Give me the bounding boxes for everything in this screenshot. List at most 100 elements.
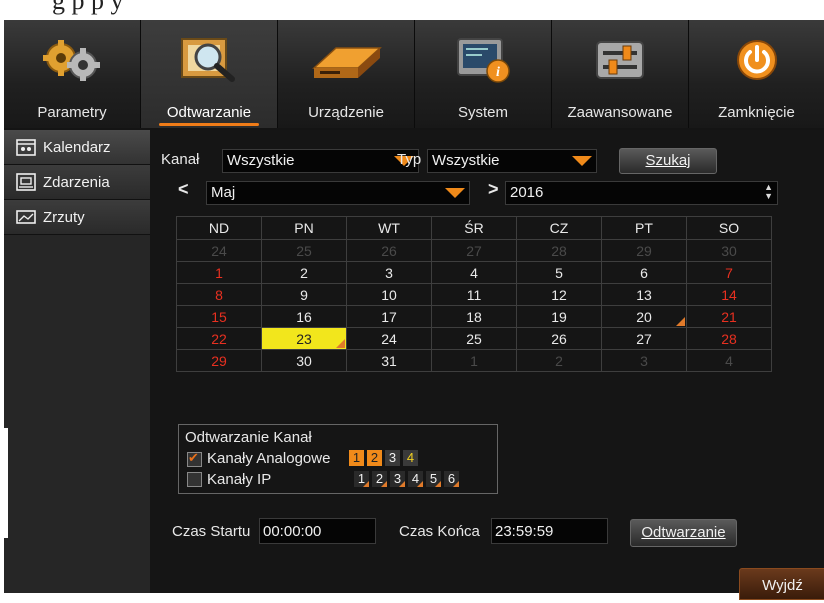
calendar-day[interactable]: 2 — [516, 349, 602, 372]
calendar-day[interactable]: 15 — [176, 305, 262, 328]
analog-channel-3[interactable]: 3 — [385, 450, 400, 466]
calendar-day[interactable]: 3 — [601, 349, 687, 372]
sidebar-item-label: Zrzuty — [43, 208, 85, 226]
calendar-day[interactable]: 13 — [601, 283, 687, 306]
month-select[interactable]: Maj — [206, 181, 470, 205]
group-title: Odtwarzanie Kanał — [185, 429, 312, 446]
weekday-header: PT — [601, 216, 687, 240]
year-value: 2016 — [510, 184, 544, 201]
weekday-header: WT — [346, 216, 432, 240]
calendar-day[interactable]: 25 — [261, 239, 347, 262]
calendar-day[interactable]: 12 — [516, 283, 602, 306]
calendar-day[interactable]: 21 — [686, 305, 772, 328]
calendar-day[interactable]: 10 — [346, 283, 432, 306]
ip-channels-label: Kanały IP — [207, 471, 272, 488]
spinner-arrows-icon: ▲ ▼ — [764, 182, 773, 201]
hard-drive-icon — [312, 47, 382, 78]
ip-channel-6[interactable]: 6 — [444, 471, 459, 487]
calendar-day[interactable]: 22 — [176, 327, 262, 350]
calendar-day[interactable]: 16 — [261, 305, 347, 328]
sidebar-item-kalendarz[interactable]: Kalendarz — [4, 130, 150, 165]
playback-channels-group: Odtwarzanie Kanał Kanały Analogowe 1 2 3… — [178, 424, 498, 494]
next-month-button[interactable]: > — [488, 179, 499, 200]
sidebar-item-zdarzenia[interactable]: Zdarzenia — [4, 165, 150, 200]
calendar-icon — [16, 139, 36, 156]
ip-channels-checkbox[interactable] — [187, 472, 202, 487]
tab-label: Zaawansowane — [567, 104, 673, 121]
sidebar-item-label: Kalendarz — [43, 138, 111, 156]
calendar-day[interactable]: 7 — [686, 261, 772, 284]
calendar-day[interactable]: 14 — [686, 283, 772, 306]
start-time-label: Czas Startu — [172, 523, 251, 540]
type-select[interactable]: Wszystkie — [427, 149, 597, 173]
calendar-day[interactable]: 29 — [176, 349, 262, 372]
type-value: Wszystkie — [432, 152, 500, 169]
year-spinner[interactable]: 2016 ▲ ▼ — [505, 181, 778, 205]
calendar-day[interactable]: 2 — [261, 261, 347, 284]
main-menu-bar: Parametry Odtwarzanie Urządzenie i Syste… — [4, 20, 824, 128]
tab-parametry[interactable]: Parametry — [4, 20, 140, 128]
start-time-input[interactable]: 00:00:00 — [259, 518, 376, 544]
calendar-day[interactable]: 8 — [176, 283, 262, 306]
tab-label: Parametry — [37, 104, 107, 121]
ip-channel-3[interactable]: 3 — [390, 471, 405, 487]
calendar-day[interactable]: 3 — [346, 261, 432, 284]
month-value: Maj — [211, 184, 236, 201]
calendar-day[interactable]: 5 — [516, 261, 602, 284]
calendar-day[interactable]: 24 — [176, 239, 262, 262]
tab-system[interactable]: i System — [415, 20, 551, 128]
calendar-day[interactable]: 26 — [516, 327, 602, 350]
prev-month-button[interactable]: < — [178, 179, 189, 200]
calendar-day[interactable]: 6 — [601, 261, 687, 284]
calendar-day-selected[interactable]: 23 — [261, 327, 347, 350]
analog-channels-checkbox[interactable] — [187, 450, 202, 467]
channel-select[interactable]: Wszystkie — [222, 149, 419, 173]
calendar-day[interactable]: 28 — [516, 239, 602, 262]
calendar-day[interactable]: 18 — [431, 305, 517, 328]
calendar-grid: ND PN WT ŚR CZ PT SO 24 25 26 27 28 29 3… — [176, 216, 772, 372]
ip-channel-2[interactable]: 2 — [372, 471, 387, 487]
calendar-day[interactable]: 28 — [686, 327, 772, 350]
calendar-day[interactable]: 29 — [601, 239, 687, 262]
ip-channel-4[interactable]: 4 — [408, 471, 423, 487]
calendar-day[interactable]: 19 — [516, 305, 602, 328]
end-time-input[interactable]: 23:59:59 — [491, 518, 608, 544]
calendar-day[interactable]: 30 — [686, 239, 772, 262]
playback-button[interactable]: Odtwarzanie — [630, 519, 737, 547]
calendar-day-with-recording[interactable]: 20 — [601, 305, 687, 328]
analog-channel-4[interactable]: 4 — [403, 450, 418, 466]
calendar-day[interactable]: 11 — [431, 283, 517, 306]
calendar-day[interactable]: 4 — [431, 261, 517, 284]
ip-channel-5[interactable]: 5 — [426, 471, 441, 487]
day-number: 20 — [636, 308, 652, 325]
ip-channel-1[interactable]: 1 — [354, 471, 369, 487]
calendar-day[interactable]: 26 — [346, 239, 432, 262]
tab-odtwarzanie[interactable]: Odtwarzanie — [141, 20, 277, 128]
calendar-day[interactable]: 1 — [176, 261, 262, 284]
tab-urzadzenie[interactable]: Urządzenie — [278, 20, 414, 128]
svg-text:i: i — [496, 65, 500, 80]
weekday-header: ŚR — [431, 216, 517, 240]
analog-channel-2[interactable]: 2 — [367, 450, 382, 466]
calendar-day[interactable]: 17 — [346, 305, 432, 328]
exit-button[interactable]: Wyjdź — [739, 568, 824, 600]
tab-label: Odtwarzanie — [166, 104, 252, 121]
tab-zaawansowane[interactable]: Zaawansowane — [552, 20, 688, 128]
calendar-day[interactable]: 31 — [346, 349, 432, 372]
search-button[interactable]: Szukaj — [619, 148, 717, 174]
calendar-day[interactable]: 24 — [346, 327, 432, 350]
active-tab-indicator — [159, 123, 259, 126]
tab-zamkniecie[interactable]: Zamknięcie — [689, 20, 824, 128]
events-icon — [16, 173, 36, 191]
calendar-day[interactable]: 25 — [431, 327, 517, 350]
calendar-day[interactable]: 1 — [431, 349, 517, 372]
sidebar-item-zrzuty[interactable]: Zrzuty — [4, 200, 150, 235]
calendar-day[interactable]: 27 — [601, 327, 687, 350]
channel-value: Wszystkie — [227, 152, 295, 169]
calendar-day[interactable]: 9 — [261, 283, 347, 306]
calendar-day[interactable]: 4 — [686, 349, 772, 372]
analog-channel-1[interactable]: 1 — [349, 450, 364, 466]
calendar-day[interactable]: 27 — [431, 239, 517, 262]
calendar-day[interactable]: 30 — [261, 349, 347, 372]
dropdown-arrow-icon — [445, 188, 465, 198]
